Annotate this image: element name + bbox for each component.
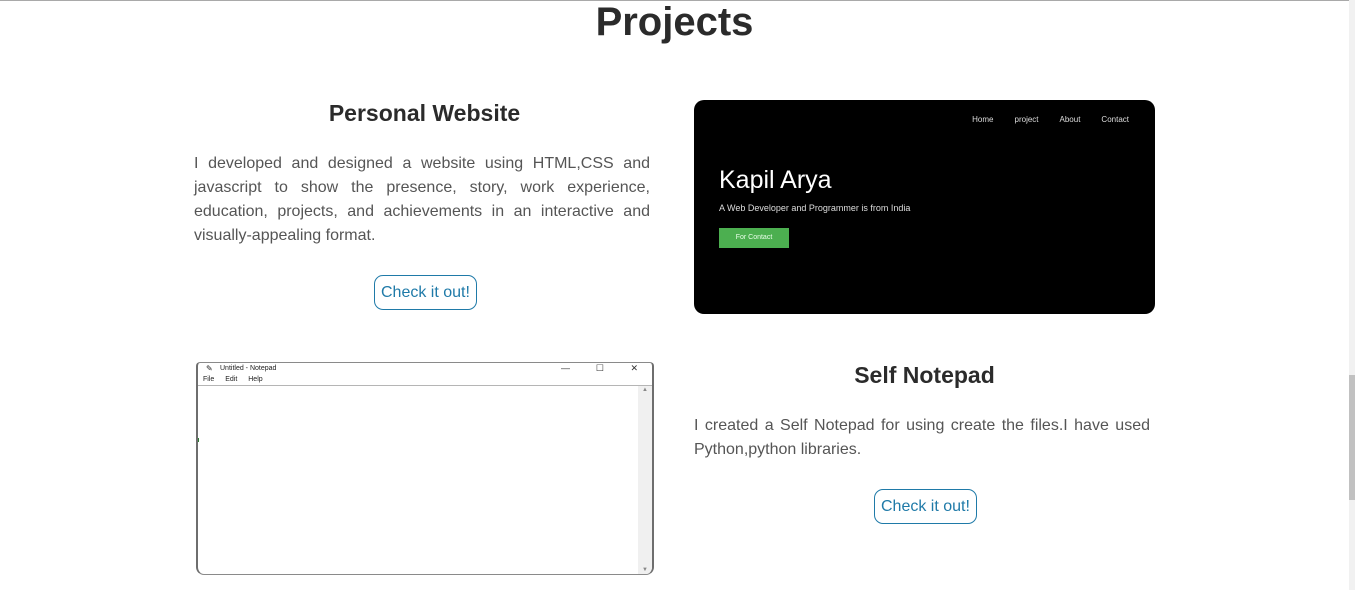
personal-website-screenshot: Home project About Contact Kapil Arya A … [694, 100, 1155, 314]
notepad-cursor [198, 438, 199, 442]
screenshot-nav-contact: Contact [1101, 115, 1129, 124]
screenshot-tagline: A Web Developer and Programmer is from I… [719, 203, 911, 213]
notepad-menu: File Edit Help [203, 376, 272, 383]
page-title: Projects [595, 0, 754, 44]
close-icon: ✕ [630, 363, 638, 373]
notepad-menu-edit: Edit [225, 376, 238, 383]
notepad-icon: ✎ [206, 364, 213, 373]
scroll-down-arrow-icon: ▼ [642, 567, 648, 573]
check-it-out-button[interactable]: Check it out! [874, 489, 977, 524]
notepad-menu-file: File [203, 376, 215, 383]
check-it-out-button[interactable]: Check it out! [374, 275, 477, 310]
notepad-scrollbar [638, 386, 652, 574]
notepad-screenshot: ✎ Untitled - Notepad — ☐ ✕ File Edit Hel… [196, 362, 654, 575]
page-scrollbar-thumb[interactable] [1349, 375, 1355, 500]
project-description: I developed and designed a website using… [194, 155, 650, 244]
screenshot-nav-project: project [1014, 115, 1039, 124]
screenshot-nav-home: Home [972, 115, 994, 124]
screenshot-nav: Home project About Contact [951, 115, 1129, 124]
screenshot-contact-button: For Contact [719, 228, 789, 248]
notepad-divider [198, 385, 652, 386]
project-title: Personal Website [328, 100, 521, 126]
project-description: I created a Self Notepad for using creat… [694, 417, 1150, 458]
notepad-titlebar: ✎ Untitled - Notepad — ☐ ✕ [198, 363, 652, 375]
screenshot-name: Kapil Arya [719, 166, 832, 194]
minimize-icon: — [561, 363, 570, 373]
notepad-menu-help: Help [248, 376, 263, 383]
scroll-up-arrow-icon: ▲ [642, 387, 648, 393]
page-scrollbar[interactable] [1349, 0, 1355, 590]
notepad-window-title: Untitled - Notepad [220, 365, 277, 372]
maximize-icon: ☐ [595, 363, 604, 373]
screenshot-nav-about: About [1059, 115, 1081, 124]
project-title: Self Notepad [854, 362, 995, 388]
